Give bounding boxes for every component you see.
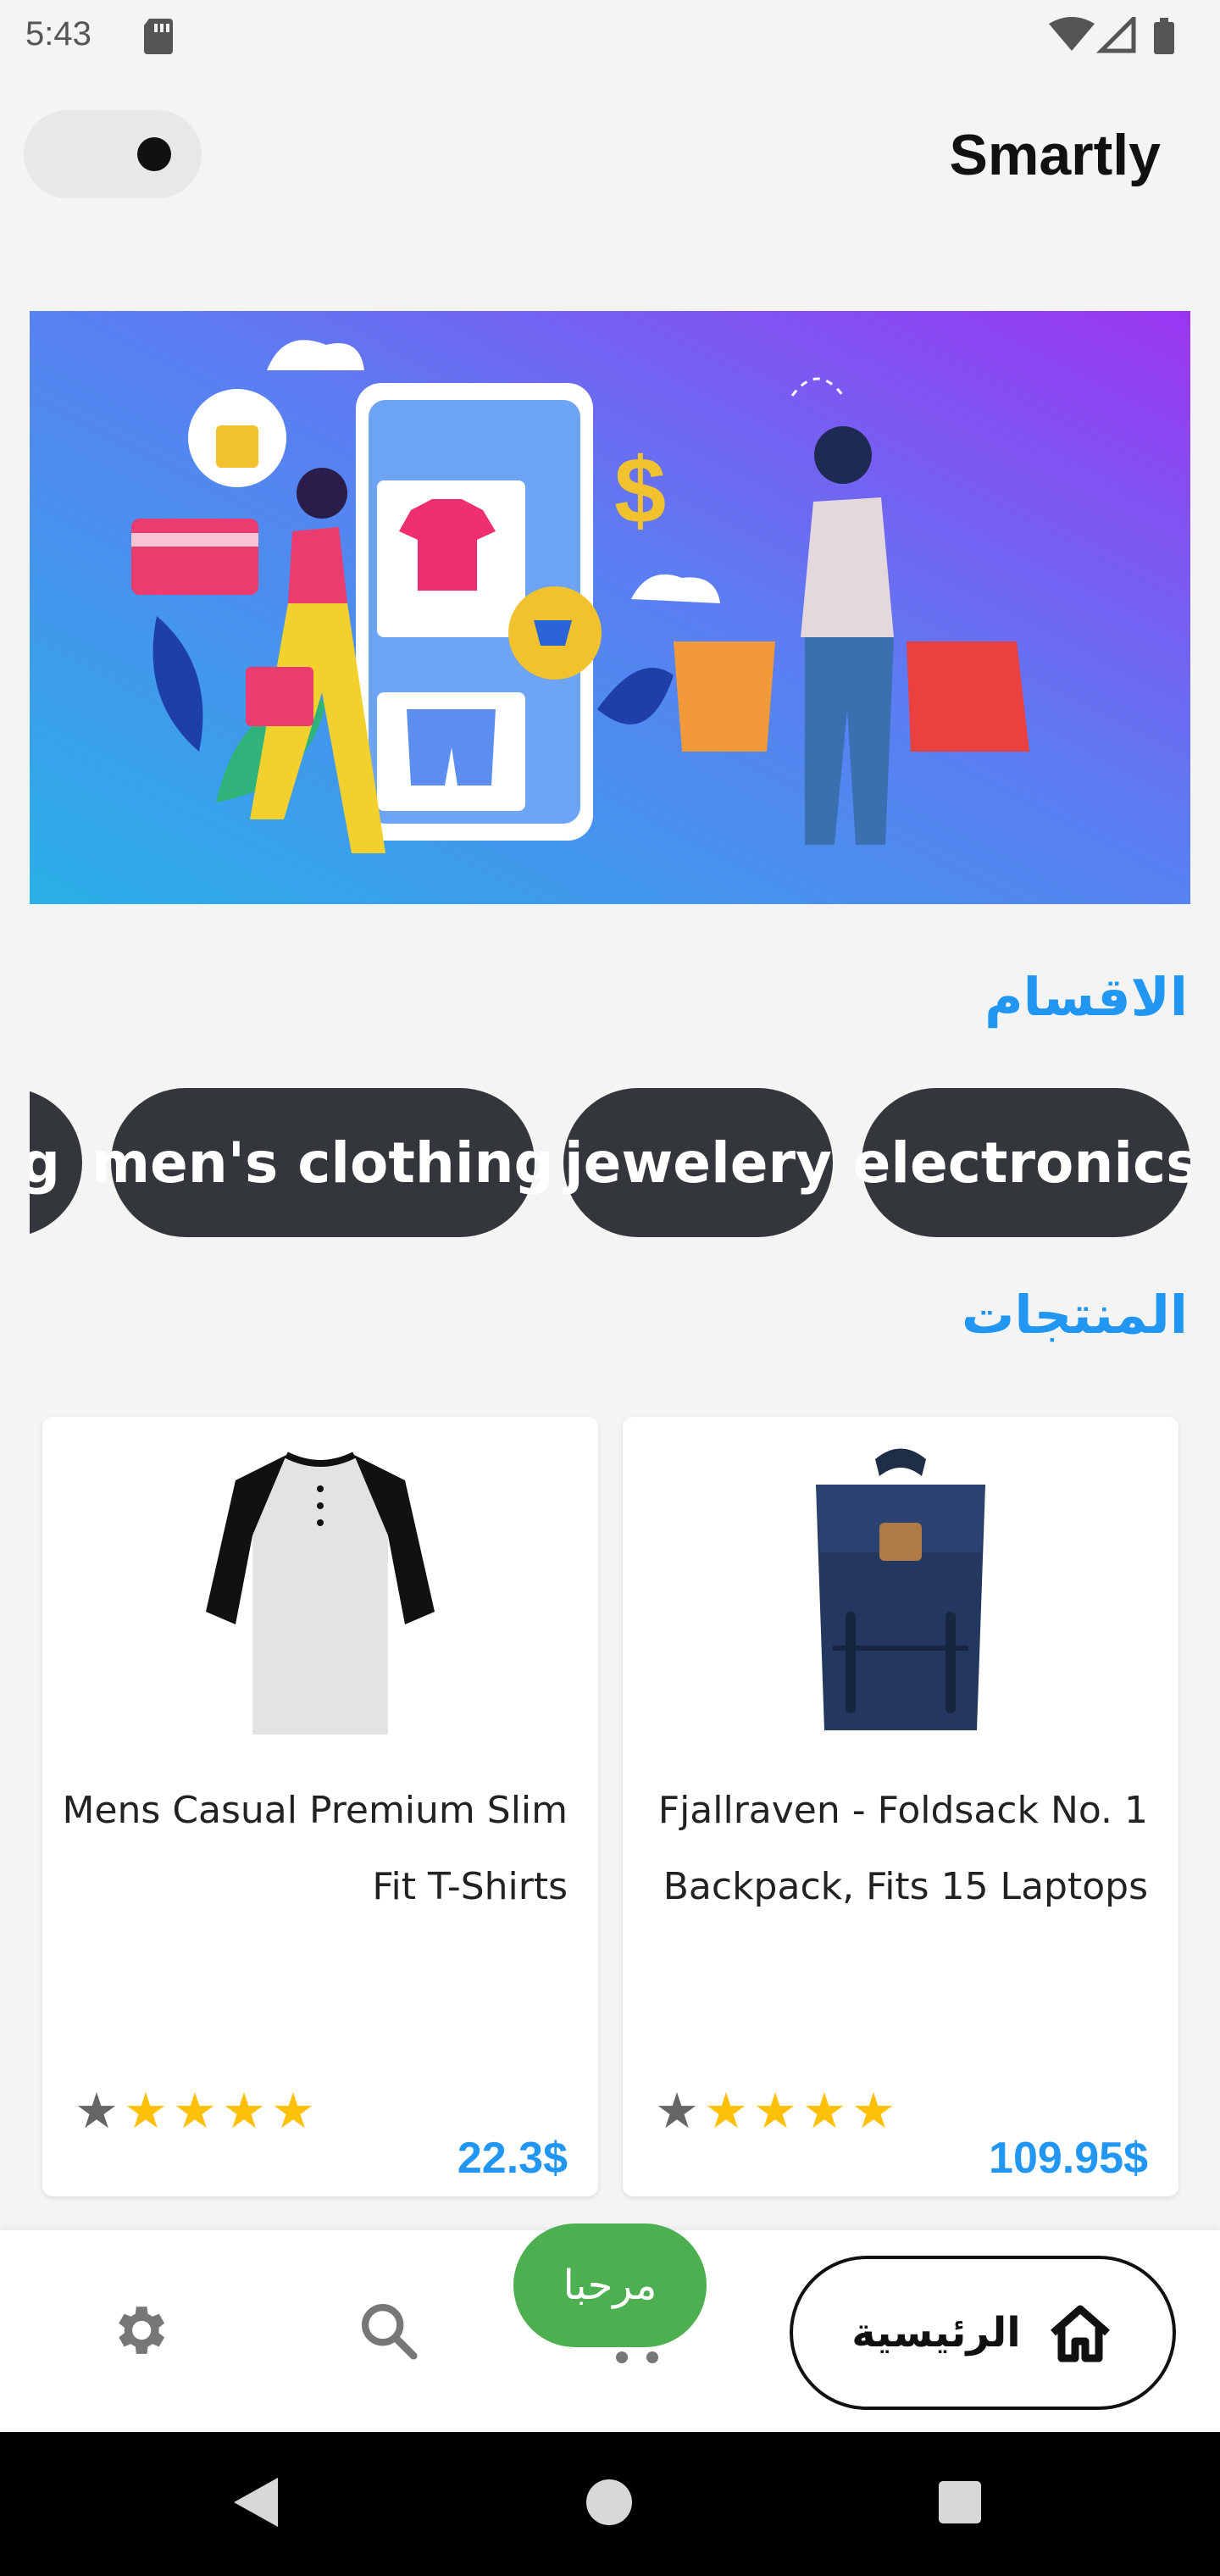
status-time: 5:43 [25, 15, 92, 53]
product-title: Fjallraven - Foldsack No. 1 Backpack, Fi… [657, 1789, 1148, 1908]
signal-icon [1095, 17, 1136, 53]
svg-text:$: $ [614, 439, 666, 543]
toggle-knob [137, 137, 171, 171]
battery-icon [1154, 18, 1174, 54]
star-icon: ★ [851, 2082, 896, 2140]
app-bar: Smartly [0, 102, 1220, 212]
search-icon[interactable] [356, 2298, 420, 2362]
home-icon [1050, 2305, 1110, 2362]
recents-icon[interactable] [939, 2481, 981, 2523]
categories-list[interactable]: electronics jewelery men's clothing g [30, 1088, 1190, 1237]
dots-icon[interactable] [612, 2349, 663, 2366]
shopping-illustration: $ [30, 311, 1190, 904]
star-icon: ★ [271, 2082, 315, 2140]
categories-title: الاقسام [984, 966, 1188, 1028]
backpack-image [816, 1448, 985, 1730]
welcome-badge: مرحبا [513, 2223, 707, 2347]
category-chip-electronics[interactable]: electronics [853, 1088, 1190, 1237]
product-title: Mens Casual Premium Slim Fit T-Shirts [62, 1789, 568, 1908]
rating-stars: ★ ★ ★ ★ ★ [655, 2086, 896, 2135]
product-card[interactable]: Mens Casual Premium Slim Fit T-Shirts ★ … [42, 1417, 598, 2196]
bottom-nav: مرحبا الرئيسية [0, 2223, 1220, 2432]
category-chip-jewelery[interactable]: jewelery [563, 1088, 833, 1237]
star-icon: ★ [124, 2082, 168, 2140]
category-chip-partial[interactable]: g [30, 1088, 82, 1237]
theme-toggle[interactable] [24, 110, 202, 198]
star-icon: ★ [655, 2082, 699, 2140]
product-price: 109.95$ [989, 2134, 1148, 2183]
rating-stars: ★ ★ ★ ★ ★ [75, 2086, 315, 2135]
category-chip-mens-clothing[interactable]: men's clothing [92, 1088, 554, 1237]
star-icon: ★ [704, 2082, 748, 2140]
star-icon: ★ [222, 2082, 266, 2140]
home-nav-button[interactable]: الرئيسية [790, 2256, 1176, 2410]
status-bar: 5:43 [0, 0, 1220, 73]
wifi-icon [1049, 17, 1095, 51]
gear-icon[interactable] [107, 2298, 171, 2362]
promo-banner[interactable]: $ [30, 311, 1190, 904]
back-icon[interactable] [230, 2474, 281, 2530]
product-card[interactable]: Fjallraven - Foldsack No. 1 Backpack, Fi… [623, 1417, 1178, 2196]
home-circle-icon[interactable] [586, 2479, 632, 2525]
star-icon: ★ [802, 2082, 846, 2140]
status-icons [1049, 17, 1174, 54]
system-nav-bar [0, 2432, 1220, 2576]
star-icon: ★ [753, 2082, 797, 2140]
app-title: Smartly [949, 123, 1161, 187]
product-price: 22.3$ [457, 2134, 568, 2183]
star-icon: ★ [75, 2082, 119, 2140]
sd-card-icon [144, 19, 173, 54]
tshirt-image [206, 1452, 435, 1735]
home-label: الرئيسية [851, 2309, 1021, 2357]
products-title: المنتجات [962, 1284, 1188, 1346]
star-icon: ★ [173, 2082, 217, 2140]
